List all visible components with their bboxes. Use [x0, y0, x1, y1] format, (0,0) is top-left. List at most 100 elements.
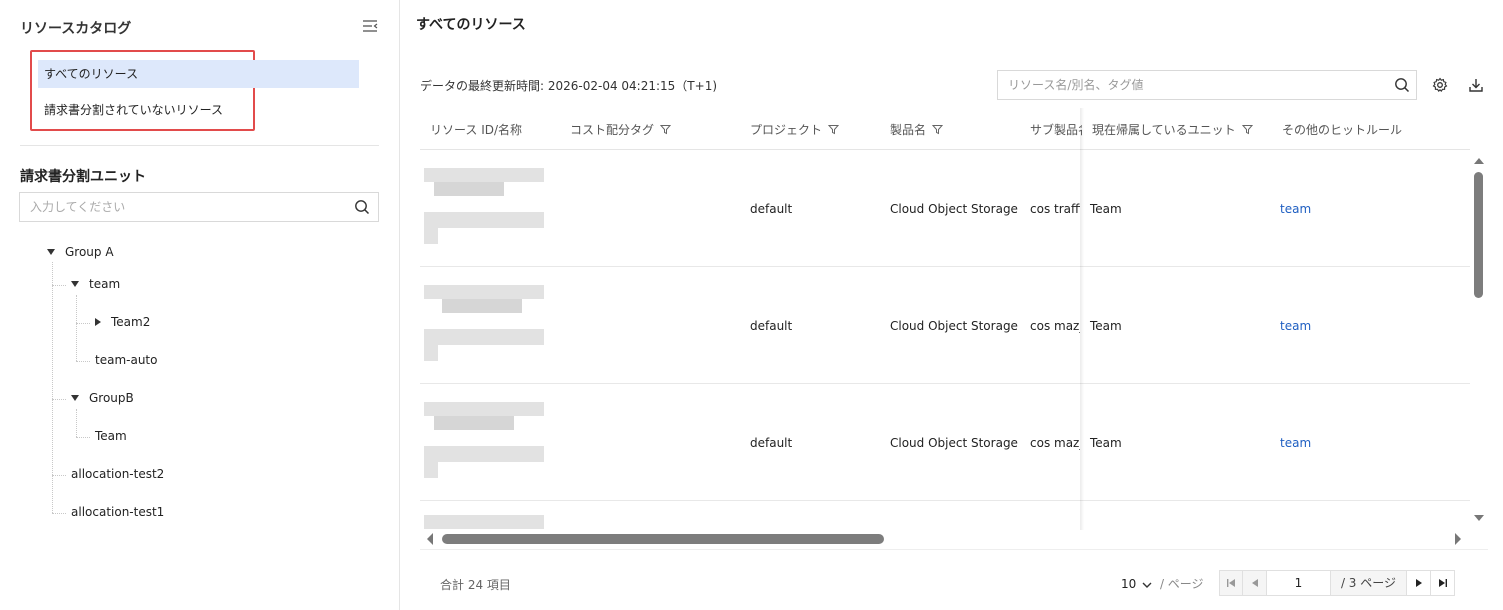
table-row[interactable]: default Cloud Object Storage cos maz_ Te… [420, 267, 1470, 384]
table-row[interactable]: default Cloud Object Storage cos maz_ Te… [420, 384, 1470, 501]
cell-project: default [750, 436, 793, 450]
resource-search-input[interactable] [998, 71, 1378, 99]
tree-node-allocation-test1[interactable]: allocation-test1 [71, 502, 164, 522]
tree-connector [76, 295, 77, 361]
current-page-input[interactable]: 1 [1267, 570, 1331, 596]
tree-node-label: team-auto [95, 353, 158, 367]
tree-node-label: team [89, 277, 121, 291]
sidebar: リソースカタログ すべてのリソース 請求書分割されていないリソース 請求書分割ユ… [0, 0, 400, 610]
unit-search-box [19, 192, 379, 222]
horizontal-scrollbar[interactable] [424, 531, 1468, 547]
redacted-resource-id [424, 168, 544, 248]
table-row[interactable] [420, 501, 1470, 530]
resource-table: リソース ID/名称 コスト配分タグ プロジェクト 製品名 サブ製品名 現在帰属… [420, 108, 1470, 530]
tree-connector [76, 323, 90, 324]
column-header-other-rules: その他のヒットルール [1282, 123, 1403, 137]
collapse-sidebar-icon[interactable] [362, 18, 378, 34]
tree-connector [52, 285, 66, 286]
cell-sub-product: cos traffic [1030, 202, 1080, 216]
filter-icon[interactable] [1241, 124, 1253, 135]
resource-search-box [997, 70, 1417, 100]
tree-node-groupb[interactable]: GroupB [71, 388, 134, 408]
column-header-cost-tag: コスト配分タグ [570, 121, 672, 138]
tree-node-team-leaf[interactable]: Team [95, 426, 127, 446]
tree-node-label: allocation-test1 [71, 505, 165, 519]
horizontal-scroll-thumb[interactable] [442, 534, 884, 544]
cell-rule-link[interactable]: team [1280, 436, 1311, 450]
tree-node-allocation-test2[interactable]: allocation-test2 [71, 464, 164, 484]
expand-caret-icon[interactable] [71, 394, 79, 401]
pagination: 1 / 3 ページ [1219, 570, 1455, 596]
tree-node-group-a[interactable]: Group A [47, 242, 114, 262]
expand-caret-icon[interactable] [47, 248, 55, 255]
table-row[interactable]: default Cloud Object Storage cos traffic… [420, 150, 1470, 267]
expand-caret-icon[interactable] [71, 280, 79, 287]
column-header-current-unit: 現在帰属しているユニット [1092, 121, 1253, 138]
column-header-resource-id: リソース ID/名称 [430, 123, 523, 137]
gear-icon[interactable] [1432, 77, 1448, 93]
first-page-button[interactable] [1219, 570, 1243, 596]
page-size-select[interactable]: 10 / ページ [1121, 575, 1204, 592]
fixed-column-shadow [1080, 108, 1084, 530]
cell-sub-product: cos maz_ [1030, 319, 1080, 333]
tree-node-label: Team2 [111, 315, 151, 329]
last-page-button[interactable] [1431, 570, 1455, 596]
vertical-scrollbar[interactable] [1472, 154, 1486, 526]
cell-project: default [750, 319, 793, 333]
filter-icon[interactable] [932, 124, 944, 135]
catalog-item-all-resources[interactable]: すべてのリソース [38, 60, 359, 88]
tree-connector [76, 361, 90, 362]
scroll-left-icon[interactable] [427, 533, 433, 545]
last-page-icon [1438, 579, 1447, 587]
tree-node-label: GroupB [89, 391, 134, 405]
tree-node-team-auto[interactable]: team-auto [95, 350, 157, 370]
tree-node-team[interactable]: team [71, 274, 120, 294]
cell-current-unit: Team [1090, 319, 1122, 333]
last-updated-text: データの最終更新時間: 2026-02-04 04:21:15（T+1) [420, 79, 718, 93]
cell-product: Cloud Object Storage [890, 202, 1018, 216]
sidebar-title: リソースカタログ [20, 21, 132, 37]
filter-icon[interactable] [660, 124, 672, 135]
prev-page-button[interactable] [1243, 570, 1267, 596]
tree-node-team2[interactable]: Team2 [95, 312, 150, 332]
cell-current-unit: Team [1090, 436, 1122, 450]
scroll-right-icon[interactable] [1455, 533, 1461, 545]
unit-search-input[interactable] [20, 193, 340, 221]
scroll-down-icon[interactable] [1474, 515, 1484, 521]
search-icon[interactable] [354, 199, 370, 215]
column-header-product: 製品名 [890, 121, 944, 138]
tree-node-label: Group A [65, 245, 114, 259]
redacted-resource-id [424, 515, 544, 530]
scroll-up-icon[interactable] [1474, 158, 1484, 164]
cell-product: Cloud Object Storage [890, 436, 1018, 450]
catalog-item-unallocated-resources[interactable]: 請求書分割されていないリソース [38, 96, 359, 124]
catalog-item-label: 請求書分割されていないリソース [44, 103, 224, 117]
tree-node-label: allocation-test2 [71, 467, 165, 481]
cell-rule-link[interactable]: team [1280, 319, 1311, 333]
next-page-button[interactable] [1407, 570, 1431, 596]
prev-page-icon [1251, 579, 1258, 587]
next-page-icon [1415, 579, 1422, 587]
tree-connector [52, 475, 66, 476]
cell-rule-link[interactable]: team [1280, 202, 1311, 216]
column-header-sub-product: サブ製品名 [1030, 123, 1082, 137]
redacted-resource-id [424, 402, 544, 482]
first-page-icon [1227, 579, 1235, 587]
tree-connector [52, 513, 66, 514]
filter-icon[interactable] [828, 124, 840, 135]
table-header: リソース ID/名称 コスト配分タグ プロジェクト 製品名 サブ製品名 現在帰属… [420, 108, 1470, 150]
cell-current-unit: Team [1090, 202, 1122, 216]
divider [420, 549, 1488, 550]
page-title: すべてのリソース [416, 17, 526, 33]
tree-connector [76, 437, 90, 438]
collapse-caret-icon[interactable] [95, 317, 101, 326]
tree-node-label: Team [95, 429, 127, 443]
tree-connector [52, 399, 66, 400]
page-size-unit: / ページ [1159, 577, 1204, 591]
cell-sub-product: cos maz_ [1030, 436, 1080, 450]
download-icon[interactable] [1468, 77, 1484, 93]
search-icon[interactable] [1394, 77, 1410, 93]
vertical-scroll-thumb[interactable] [1474, 172, 1483, 298]
page-size-value: 10 [1121, 577, 1137, 591]
cell-product: Cloud Object Storage [890, 319, 1018, 333]
